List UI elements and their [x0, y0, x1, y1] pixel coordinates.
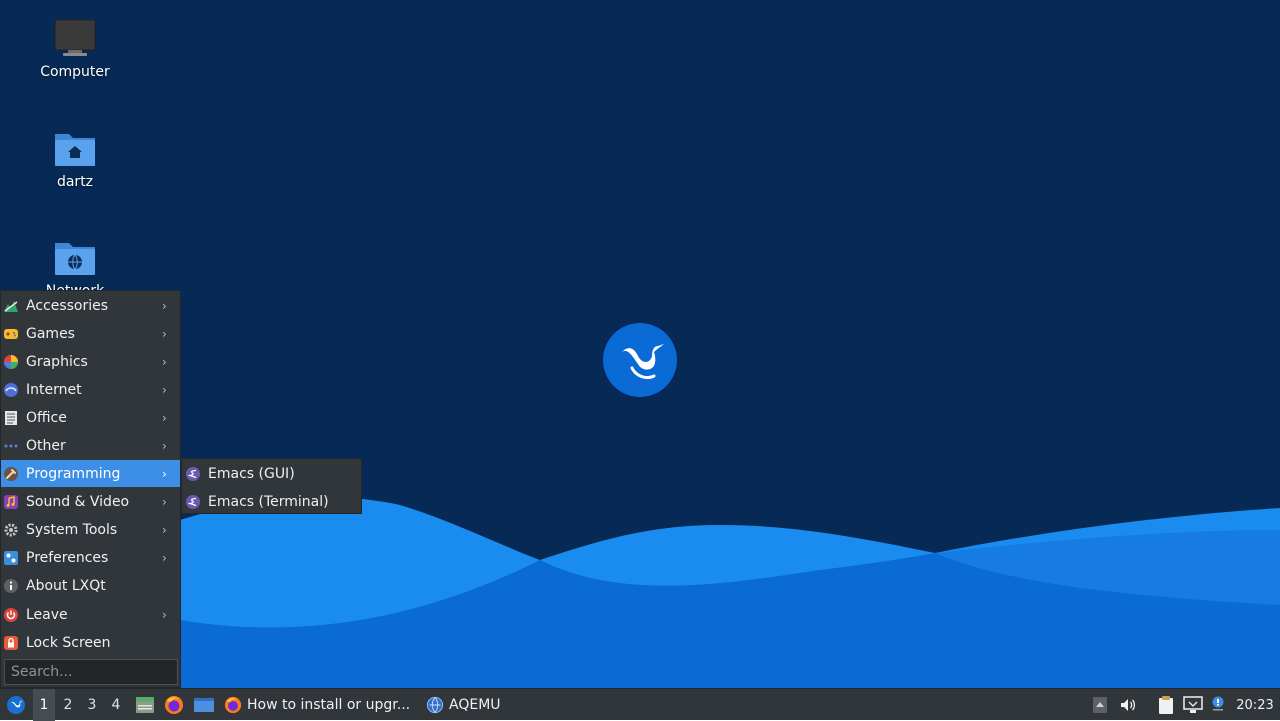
network-button[interactable] [1182, 689, 1204, 721]
aqemu-icon [426, 696, 444, 714]
menu-item-preferences[interactable]: Preferences › [1, 544, 180, 571]
taskbar: 1 2 3 4 How to install or upgr... AQEMU … [0, 688, 1280, 721]
quicklaunch-firefox[interactable] [162, 689, 186, 721]
tray-expand-button[interactable] [1090, 689, 1110, 721]
menu-item-label: Emacs (GUI) [208, 465, 295, 482]
emacs-icon [186, 466, 200, 481]
desktop-icon-home[interactable]: dartz [20, 128, 130, 190]
workspace-4-button[interactable]: 4 [105, 689, 127, 721]
desktop: Computer dartz Network [0, 0, 1280, 688]
notification-icon [1212, 696, 1224, 711]
menu-item-office[interactable]: Office › [1, 404, 180, 431]
other-icon [4, 444, 18, 447]
clipboard-icon [1159, 696, 1173, 714]
games-icon [4, 328, 18, 339]
application-menu: Accessories › Games › Graphics › Interne… [0, 290, 181, 688]
submenu-arrow-icon: › [162, 298, 167, 313]
menu-item-accessories[interactable]: Accessories › [1, 292, 180, 319]
start-menu-button[interactable] [2, 689, 30, 721]
menu-item-label: Emacs (Terminal) [208, 493, 329, 510]
emacs-icon [186, 494, 200, 509]
menu-item-graphics[interactable]: Graphics › [1, 348, 180, 375]
graphics-icon [4, 354, 18, 369]
menu-item-leave[interactable]: Leave › [1, 601, 180, 628]
menu-item-label: About LXQt [26, 577, 106, 594]
workspace-3-button[interactable]: 3 [81, 689, 103, 721]
menu-item-label: Lock Screen [26, 634, 111, 651]
menu-item-emacs-gui[interactable]: Emacs (GUI) [182, 460, 361, 487]
network-folder-icon [55, 243, 95, 275]
workspace-1-button[interactable]: 1 [33, 689, 55, 721]
internet-icon [4, 382, 18, 397]
lubuntu-logo-icon [7, 696, 25, 714]
menu-item-label: Other [26, 437, 66, 454]
volume-button[interactable] [1117, 689, 1139, 721]
submenu-arrow-icon: › [162, 326, 167, 341]
system-tools-icon [4, 523, 18, 536]
show-desktop-icon [194, 698, 214, 712]
task-aqemu-window[interactable]: AQEMU [426, 689, 536, 721]
network-icon [1183, 696, 1203, 713]
workspace-2-button[interactable]: 2 [57, 689, 79, 721]
submenu-arrow-icon: › [162, 382, 167, 397]
lubuntu-logo-icon [603, 323, 677, 397]
programming-submenu: Emacs (GUI) Emacs (Terminal) [181, 458, 362, 514]
menu-item-games[interactable]: Games › [1, 320, 180, 347]
menu-item-internet[interactable]: Internet › [1, 376, 180, 403]
desktop-icon-computer[interactable]: Computer [20, 18, 130, 80]
accessories-icon [4, 300, 18, 312]
menu-item-sound-video[interactable]: Sound & Video › [1, 488, 180, 515]
menu-item-system-tools[interactable]: System Tools › [1, 516, 180, 543]
task-label: AQEMU [449, 697, 501, 713]
menu-item-label: Graphics [26, 353, 88, 370]
menu-item-label: Programming [26, 465, 121, 482]
submenu-arrow-icon: › [162, 522, 167, 537]
menu-item-lock-screen[interactable]: Lock Screen [1, 629, 180, 656]
submenu-arrow-icon: › [162, 494, 167, 509]
power-icon [4, 607, 18, 622]
firefox-icon [224, 696, 242, 714]
clock[interactable]: 20:23 [1234, 689, 1276, 721]
file-manager-icon [136, 697, 154, 713]
menu-item-label: Accessories [26, 297, 109, 314]
office-icon [5, 410, 17, 425]
menu-item-label: System Tools [26, 521, 118, 538]
quicklaunch-file-manager[interactable] [133, 689, 157, 721]
task-label: How to install or upgr... [247, 697, 411, 713]
submenu-arrow-icon: › [162, 354, 167, 369]
submenu-arrow-icon: › [162, 410, 167, 425]
lock-icon [4, 635, 18, 650]
home-folder-icon [55, 134, 95, 166]
submenu-arrow-icon: › [162, 607, 167, 622]
update-notifier-button[interactable] [1208, 689, 1228, 721]
menu-item-label: Leave [26, 606, 68, 623]
menu-item-programming[interactable]: Programming › [1, 460, 180, 487]
menu-item-label: Sound & Video [26, 493, 130, 510]
sound-video-icon [4, 494, 18, 509]
firefox-icon [165, 696, 183, 714]
menu-item-label: Office [26, 409, 67, 426]
menu-item-label: Preferences [26, 549, 109, 566]
menu-item-about-lxqt[interactable]: About LXQt [1, 572, 180, 599]
quicklaunch-show-desktop[interactable] [191, 689, 217, 721]
submenu-arrow-icon: › [162, 438, 167, 453]
task-firefox-window[interactable]: How to install or upgr... [224, 689, 416, 721]
computer-icon [54, 19, 96, 56]
desktop-icon-label: dartz [56, 174, 94, 190]
submenu-arrow-icon: › [162, 466, 167, 481]
menu-item-other[interactable]: Other › [1, 432, 180, 459]
menu-item-label: Internet [26, 381, 82, 398]
tray-arrow-up-icon [1093, 697, 1107, 713]
menu-search-input[interactable] [4, 659, 178, 685]
volume-icon [1121, 699, 1136, 711]
desktop-icon-label: Computer [40, 64, 110, 80]
submenu-arrow-icon: › [162, 550, 167, 565]
preferences-icon [4, 550, 18, 565]
menu-item-label: Games [26, 325, 75, 342]
info-icon [4, 578, 18, 593]
clipboard-button[interactable] [1155, 689, 1177, 721]
programming-icon [4, 466, 18, 481]
menu-item-emacs-terminal[interactable]: Emacs (Terminal) [182, 488, 361, 515]
